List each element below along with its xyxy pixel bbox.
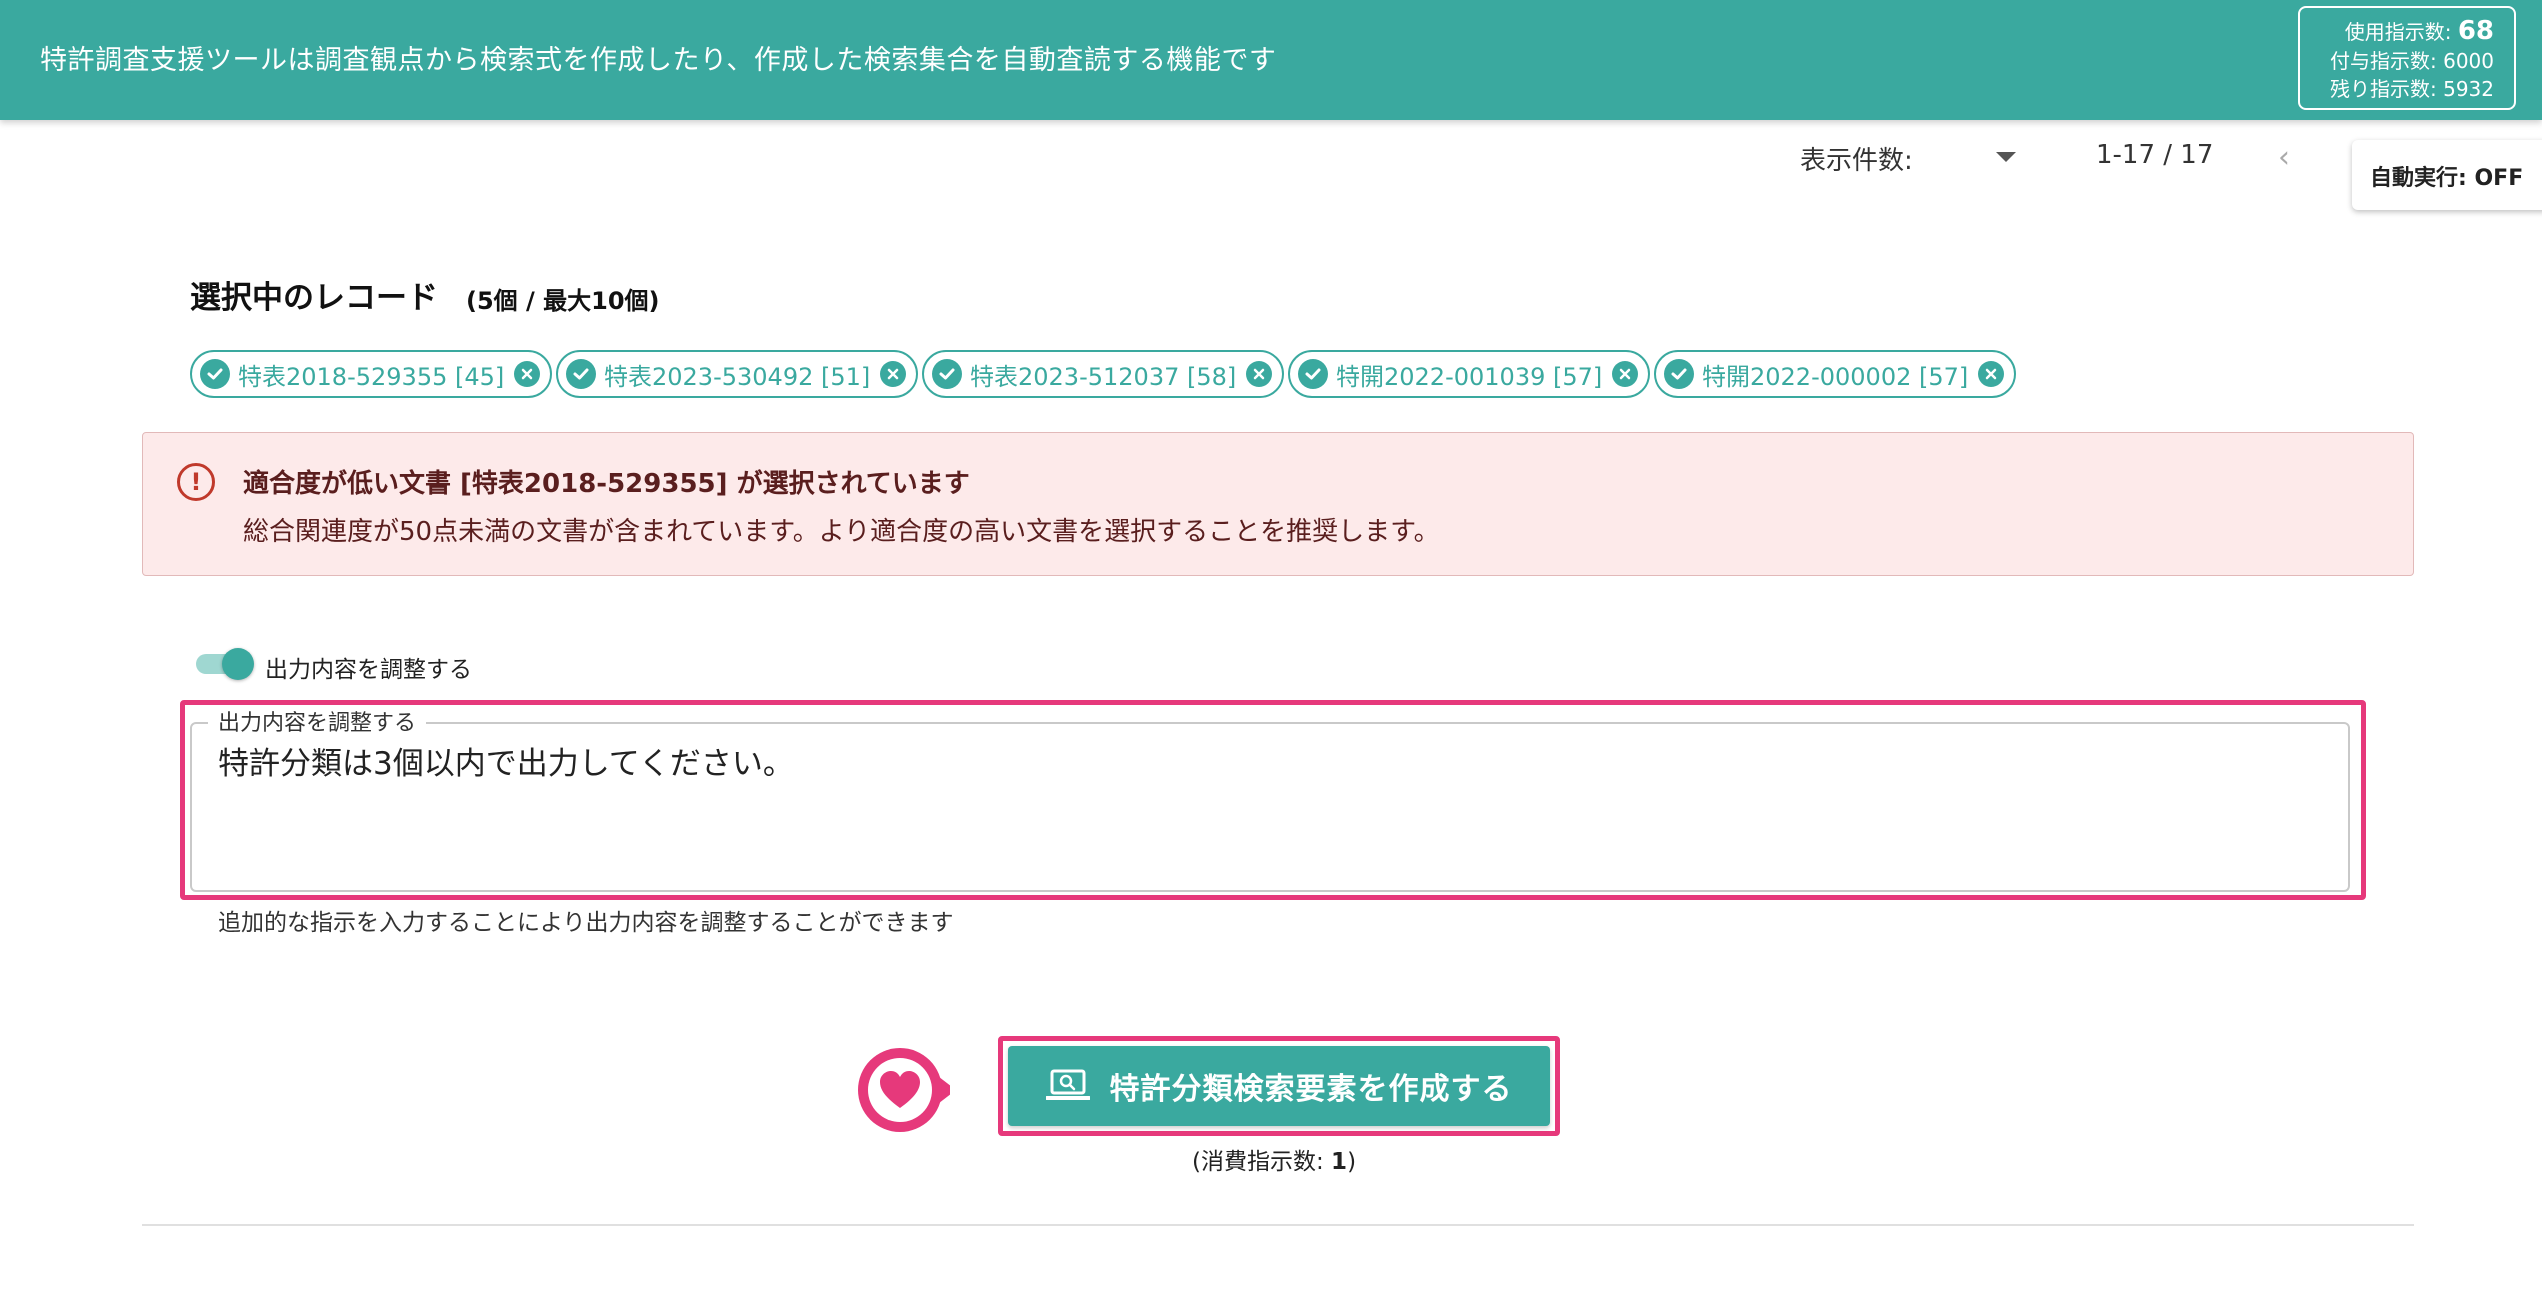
toggle-thumb [222, 648, 254, 680]
check-circle-icon [1664, 359, 1694, 389]
close-circle-icon[interactable] [1978, 361, 2005, 387]
usage-remaining-label: 残り指示数: [2329, 77, 2437, 101]
consume-value: 1 [1331, 1149, 1348, 1175]
section-divider [142, 1224, 2414, 1226]
check-circle-icon [200, 359, 230, 389]
close-circle-icon[interactable] [1246, 361, 1273, 387]
auto-run-toggle-button[interactable]: 自動実行: OFF [2352, 140, 2542, 210]
create-classification-search-button[interactable]: 特許分類検索要素を作成する [1008, 1046, 1550, 1126]
consume-suffix: ) [1347, 1149, 1357, 1175]
usage-granted-label: 付与指示数: [2329, 49, 2437, 73]
usage-granted-value: 6000 [2443, 49, 2494, 73]
usage-used-value: 68 [2457, 16, 2494, 46]
error-circle-icon: ! [177, 463, 215, 501]
close-circle-icon[interactable] [880, 361, 907, 387]
usage-granted: 付与指示数: 6000 [2308, 47, 2494, 75]
textarea-helper-text: 追加的な指示を入力することにより出力内容を調整することができます [218, 910, 954, 936]
close-circle-icon[interactable] [1612, 361, 1639, 387]
check-circle-icon [932, 359, 962, 389]
usage-remaining-value: 5932 [2443, 77, 2494, 101]
textarea-label: 出力内容を調整する [208, 705, 427, 737]
record-chip[interactable]: 特表2023-530492 [51] [556, 350, 919, 398]
adjust-output-toggle-label: 出力内容を調整する [265, 657, 472, 683]
laptop-search-icon [1045, 1069, 1090, 1100]
selected-records-count: (5個 / 最大10個) [466, 287, 660, 315]
record-chip[interactable]: 特開2022-001039 [57] [1288, 350, 1651, 398]
pagination-range: 1-17 / 17 [2096, 140, 2214, 170]
low-relevance-alert: ! 適合度が低い文書 [特表2018-529355] が選択されています 総合関… [142, 432, 2414, 576]
check-circle-icon [1298, 359, 1328, 389]
usage-counter-box: 使用指示数: 68 付与指示数: 6000 残り指示数: 5932 [2298, 6, 2516, 110]
per-page-label: 表示件数: [1800, 146, 1913, 176]
check-circle-icon [566, 359, 596, 389]
selected-records-title: 選択中のレコード [190, 280, 438, 316]
record-chip[interactable]: 特表2023-512037 [58] [922, 350, 1285, 398]
heart-pointer-icon [850, 1040, 956, 1140]
record-chip[interactable]: 特表2018-529355 [45] [190, 350, 553, 398]
record-chip-label: 特表2023-530492 [51] [604, 362, 871, 391]
alert-body: 総合関連度が50点未満の文書が含まれています。より適合度の高い文書を選択すること… [243, 517, 1440, 547]
usage-used: 使用指示数: 68 [2308, 16, 2494, 47]
consumption-note: (消費指示数: 1) [1192, 1142, 1356, 1176]
textarea-value[interactable]: 特許分類は3個以内で出力してください。 [218, 738, 794, 783]
chevron-left-icon[interactable]: ‹ [2278, 140, 2290, 175]
per-page-dropdown-icon[interactable] [1996, 152, 2016, 162]
record-chip-label: 特開2022-001039 [57] [1336, 362, 1603, 391]
consume-prefix: (消費指示数: [1192, 1149, 1332, 1175]
record-chip-label: 特表2018-529355 [45] [238, 362, 505, 391]
page-root: 特許調査支援ツールは調査観点から検索式を作成したり、作成した検索集合を自動査読す… [0, 0, 2542, 1304]
adjust-output-toggle[interactable] [196, 648, 254, 680]
record-chip-label: 特表2023-512037 [58] [970, 362, 1237, 391]
header-title: 特許調査支援ツールは調査観点から検索式を作成したり、作成した検索集合を自動査読す… [40, 45, 1277, 76]
record-chip-label: 特開2022-000002 [57] [1702, 362, 1969, 391]
app-header: 特許調査支援ツールは調査観点から検索式を作成したり、作成した検索集合を自動査読す… [0, 0, 2542, 120]
alert-title: 適合度が低い文書 [特表2018-529355] が選択されています [243, 469, 970, 499]
create-button-label: 特許分類検索要素を作成する [1109, 1072, 1513, 1107]
close-circle-icon[interactable] [514, 361, 541, 387]
usage-used-label: 使用指示数: [2344, 20, 2452, 44]
usage-remaining: 残り指示数: 5932 [2308, 75, 2494, 103]
record-chip[interactable]: 特開2022-000002 [57] [1654, 350, 2017, 398]
